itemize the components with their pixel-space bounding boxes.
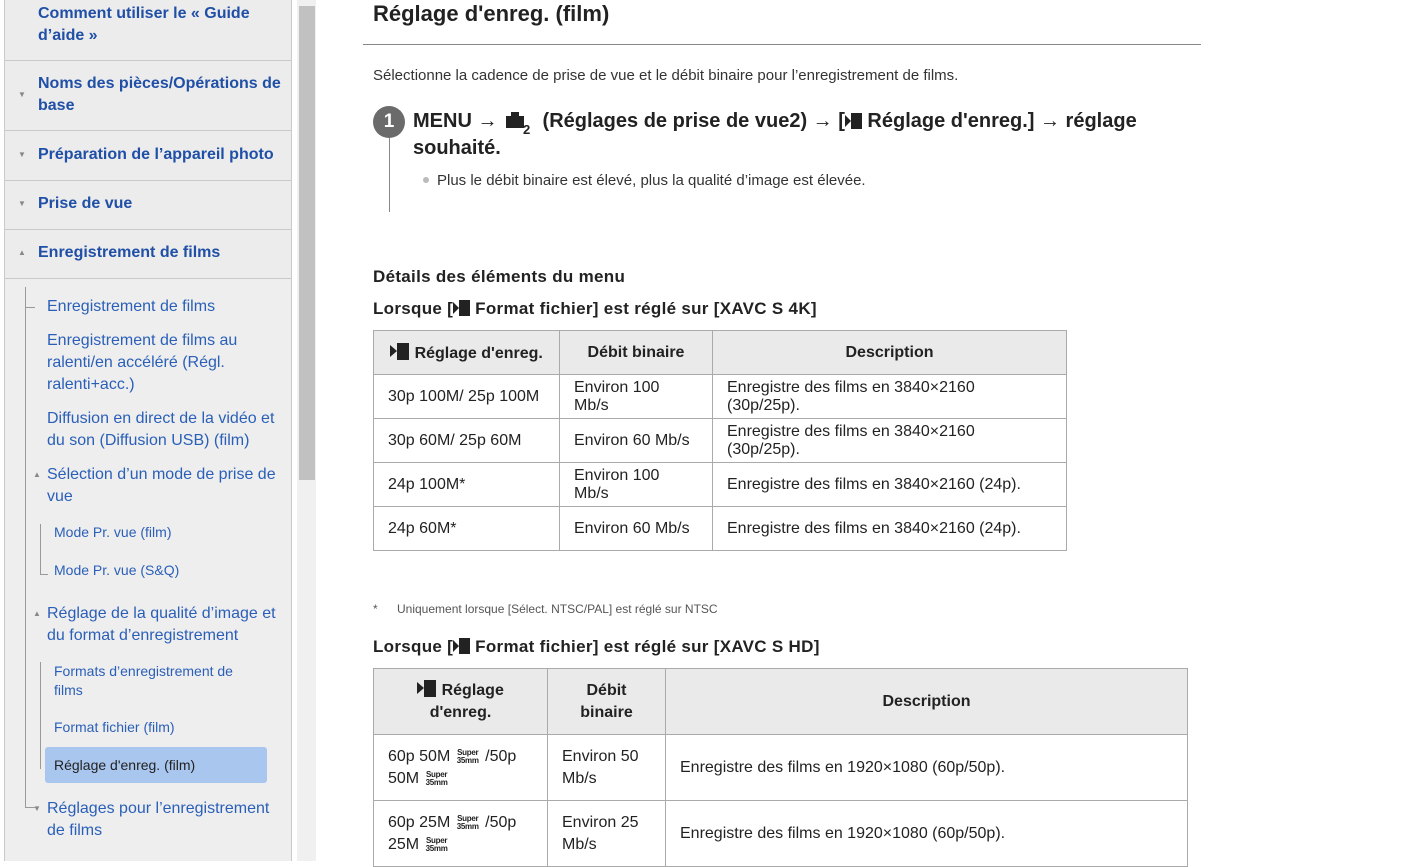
page-title: Réglage d'enreg. (film)	[373, 1, 610, 26]
scrollbar-thumb[interactable]	[299, 6, 315, 480]
footnote: * Uniquement lorsque [Sélect. NTSC/PAL] e…	[373, 602, 718, 616]
sidebar-submenu: Enregistrement de films Enregistrement d…	[4, 279, 292, 861]
step-number: 1	[373, 106, 405, 138]
chevron-up-icon: ▲	[33, 470, 41, 479]
submenu-item-exposure-mode-movie[interactable]: Mode Pr. vue (film)	[54, 523, 171, 542]
movie-icon	[844, 112, 862, 129]
movie-icon	[453, 637, 471, 654]
camera-settings-icon: 2	[503, 110, 537, 137]
submenu-item-file-format[interactable]: Format fichier (film)	[54, 718, 175, 737]
submenu-item-slow-quick[interactable]: Enregistrement de films au ralenti/en ac…	[47, 330, 287, 396]
table-row: 24p 100M* Environ 100 Mb/s Enregistre de…	[373, 462, 1067, 507]
table-cell: Enregistre des films en 3840×2160 (30p/2…	[712, 374, 1067, 419]
table-header: Réglage d'enreg.	[373, 330, 560, 375]
table-header-row: Réglage d'enreg. Débit binaire Descripti…	[373, 668, 1188, 735]
bullet-icon	[423, 177, 429, 183]
sidebar-item-label: Prise de vue	[38, 195, 133, 212]
section-heading-hd: Lorsque [ Format fichier] est réglé sur …	[373, 637, 820, 656]
chevron-down-icon: ▼	[18, 150, 26, 159]
sidebar-item-label: Enregistrement de films	[38, 244, 221, 261]
main-content: Réglage d'enreg. (film) Sélectionne la c…	[363, 0, 1417, 867]
table-cell: Environ 60 Mb/s	[559, 506, 713, 551]
intro-text: Sélectionne la cadence de prise de vue e…	[373, 67, 959, 84]
table-cell: Enregistre des films en 1920×1080 (60p/5…	[665, 734, 1188, 801]
table-cell: 30p 100M/ 25p 100M	[373, 374, 560, 419]
submenu-item-quality-format[interactable]: Réglage de la qualité d’image et du form…	[47, 603, 287, 647]
sidebar: Comment utiliser le « Guide d’aide » ▼ N…	[0, 0, 296, 861]
sidebar-item-movies[interactable]: ▲ Enregistrement de films	[4, 230, 292, 279]
movie-icon	[417, 679, 437, 697]
table-header: Débit binaire	[559, 330, 713, 375]
step-instruction: MENU → 2 (Réglages de prise de vue2) → […	[413, 110, 1137, 159]
submenu-item-exposure-mode-sq[interactable]: Mode Pr. vue (S&Q)	[54, 561, 179, 580]
tree-line	[25, 287, 26, 807]
chevron-down-icon: ▼	[18, 90, 26, 99]
super35mm-icon: Super 35mm	[456, 747, 479, 765]
table-cell: Enregistre des films en 1920×1080 (60p/5…	[665, 800, 1188, 867]
submenu-item-movie-recording[interactable]: Enregistrement de films	[47, 296, 215, 318]
sidebar-item-label: Noms des pièces/Opérations de base	[38, 75, 281, 114]
super35mm-icon: Super 35mm	[456, 813, 479, 831]
table-cell: 24p 60M*	[373, 506, 560, 551]
step-note: Plus le débit binaire est élevé, plus la…	[423, 172, 866, 189]
chevron-up-icon: ▲	[18, 248, 26, 257]
submenu-item-recording-formats[interactable]: Formats d’enregistrement de films	[54, 662, 254, 700]
super35mm-icon: Super 35mm	[425, 835, 448, 853]
sidebar-item-preparation[interactable]: ▼ Préparation de l’appareil photo	[4, 131, 292, 181]
table-header: Réglage d'enreg.	[373, 668, 548, 735]
table-row: 60p 50M Super 35mm /50p 50M Super 35mm Envi…	[373, 734, 1188, 801]
table-row: 30p 60M/ 25p 60M Environ 60 Mb/s Enregis…	[373, 418, 1067, 463]
table-cell: 60p 25M Super 35mm /50p 25M Super 35mm	[373, 800, 548, 867]
table-cell: Enregistre des films en 3840×2160 (30p/2…	[712, 418, 1067, 463]
tree-line	[40, 662, 41, 769]
sidebar-item-label: Comment utiliser le « Guide d’aide »	[38, 5, 250, 44]
table-cell: 60p 50M Super 35mm /50p 50M Super 35mm	[373, 734, 548, 801]
table-row: 24p 60M* Environ 60 Mb/s Enregistre des …	[373, 506, 1067, 551]
sidebar-item-parts[interactable]: ▼ Noms des pièces/Opérations de base	[4, 61, 292, 131]
tree-line	[40, 574, 48, 575]
table-cell: 24p 100M*	[373, 462, 560, 507]
table-cell: Environ 100 Mb/s	[559, 374, 713, 419]
section-heading-4k: Lorsque [ Format fichier] est réglé sur …	[373, 299, 817, 318]
table-row: 30p 100M/ 25p 100M Environ 100 Mb/s Enre…	[373, 374, 1067, 419]
submenu-item-record-setting[interactable]: Réglage d'enreg. (film)	[54, 756, 195, 775]
table-4k: Réglage d'enreg. Débit binaire Descripti…	[373, 330, 1067, 551]
table-cell: Enregistre des films en 3840×2160 (24p).	[712, 462, 1067, 507]
menu-details-heading: Détails des éléments du menu	[373, 267, 626, 286]
table-header: Description	[712, 330, 1067, 375]
table-header: Description	[665, 668, 1188, 735]
chevron-down-icon: ▼	[18, 199, 26, 208]
table-cell: Environ 50 Mb/s	[547, 734, 666, 801]
table-cell: Environ 60 Mb/s	[559, 418, 713, 463]
movie-icon	[390, 342, 410, 360]
tree-line	[40, 524, 41, 574]
divider	[363, 44, 1201, 45]
table-cell: Environ 25 Mb/s	[547, 800, 666, 867]
super35mm-icon: Super 35mm	[425, 769, 448, 787]
step-line	[389, 138, 390, 212]
table-header-row: Réglage d'enreg. Débit binaire Descripti…	[373, 330, 1067, 375]
sidebar-item-shooting[interactable]: ▼ Prise de vue	[4, 181, 292, 230]
submenu-item-shooting-mode[interactable]: Sélection d’un mode de prise de vue	[47, 464, 287, 508]
table-cell: Enregistre des films en 3840×2160 (24p).	[712, 506, 1067, 551]
chevron-up-icon: ▲	[33, 609, 41, 618]
sidebar-item-guide[interactable]: Comment utiliser le « Guide d’aide »	[4, 0, 292, 61]
table-cell: Environ 100 Mb/s	[559, 462, 713, 507]
sidebar-item-label: Préparation de l’appareil photo	[38, 146, 274, 163]
table-row: 60p 25M Super 35mm /50p 25M Super 35mm Envi…	[373, 800, 1188, 867]
tree-line	[25, 307, 35, 308]
movie-icon	[453, 299, 471, 316]
table-hd: Réglage d'enreg. Débit binaire Descripti…	[373, 668, 1188, 867]
submenu-item-movie-settings[interactable]: Réglages pour l’enregistrement de films	[47, 798, 287, 842]
table-cell: 30p 60M/ 25p 60M	[373, 418, 560, 463]
submenu-item-usb-streaming[interactable]: Diffusion en direct de la vidéo et du so…	[47, 408, 287, 452]
table-header: Débit binaire	[547, 668, 666, 735]
chevron-down-icon: ▼	[33, 804, 41, 813]
